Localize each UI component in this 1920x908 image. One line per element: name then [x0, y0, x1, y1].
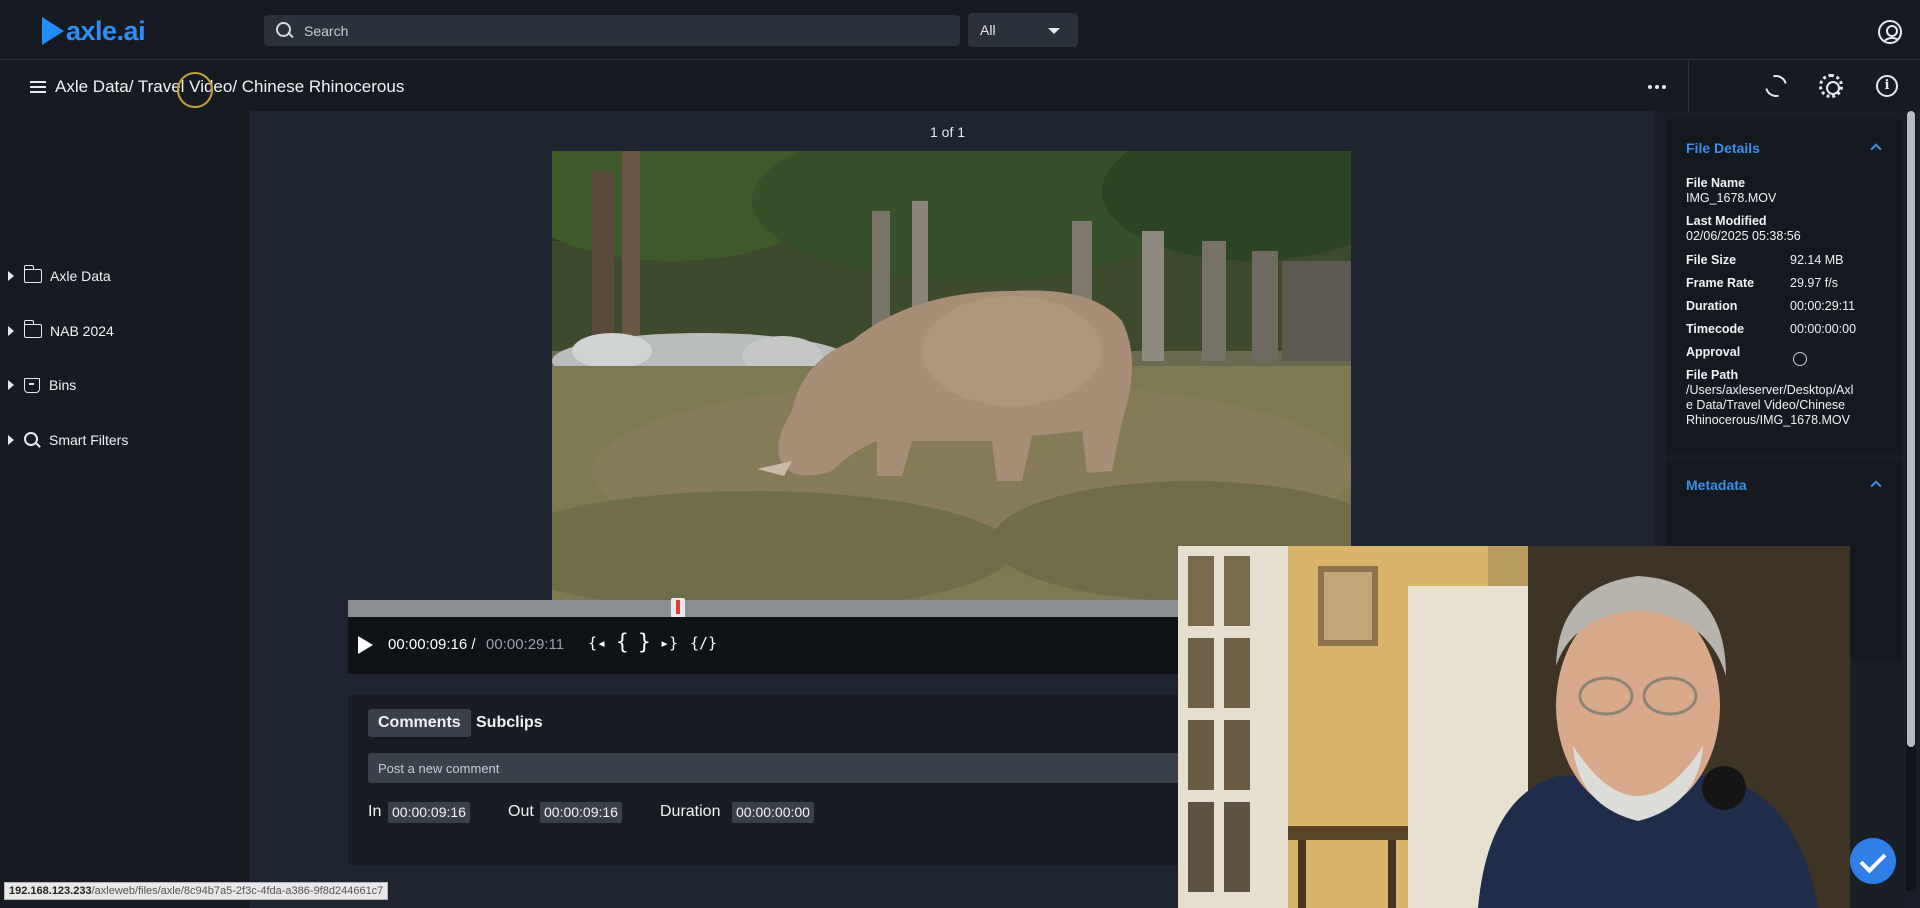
chevron-up-icon[interactable]	[1870, 143, 1882, 155]
tab-subclips[interactable]: Subclips	[466, 709, 553, 737]
user-icon[interactable]	[1878, 20, 1902, 44]
refresh-icon[interactable]	[1760, 70, 1792, 102]
sidebar-item-label: Smart Filters	[49, 432, 129, 448]
top-bar: axle.ai All	[0, 0, 1920, 60]
sidebar-item-bins[interactable]: Bins	[8, 373, 76, 397]
folder-icon	[23, 320, 42, 338]
status-url: 192.168.123.233/axleweb/files/axle/8c94b…	[4, 882, 389, 900]
mark-in-button[interactable]: {	[616, 630, 629, 654]
search-input[interactable]	[304, 22, 904, 39]
duration-label: Duration	[660, 803, 721, 820]
breadcrumb[interactable]: Axle Data/ Travel Video/ Chinese Rhinoce…	[55, 77, 404, 97]
menu-icon[interactable]	[30, 81, 46, 93]
logo-chevron-icon	[42, 17, 64, 45]
out-label: Out	[508, 803, 534, 820]
video-frame[interactable]	[552, 151, 1351, 600]
bin-icon	[24, 377, 40, 393]
info-icon[interactable]: i	[1876, 75, 1898, 97]
mark-out-button[interactable]: }	[638, 630, 651, 654]
last-modified-value: 02/06/2025 05:38:56	[1686, 229, 1801, 243]
caret-right-icon[interactable]	[8, 271, 14, 281]
gear-icon[interactable]	[1819, 74, 1843, 98]
go-to-in-button[interactable]: {◂	[588, 634, 606, 652]
sidebar: Axle Data NAB 2024 Bins Smart Filters	[0, 111, 250, 908]
current-time: 00:00:09:16 /	[388, 636, 476, 653]
webcam-presenter-image	[1178, 546, 1850, 908]
timecode-value: 00:00:00:00	[1790, 322, 1857, 336]
total-time: 00:00:29:11	[486, 636, 565, 653]
search-scope-select[interactable]: All	[968, 13, 1078, 47]
playhead-handle[interactable]	[671, 598, 685, 618]
sidebar-item-smart-filters[interactable]: Smart Filters	[8, 428, 128, 452]
last-modified-label: Last Modified	[1686, 214, 1767, 228]
file-size-label: File Size	[1686, 253, 1737, 267]
logo-text: axle.ai	[66, 15, 146, 46]
file-path-label: File Path	[1686, 368, 1739, 382]
sidebar-item-nab-2024[interactable]: NAB 2024	[8, 319, 114, 343]
tab-comments[interactable]: Comments	[368, 709, 471, 737]
video-still-image	[552, 151, 1351, 600]
frame-rate-label: Frame Rate	[1686, 276, 1755, 290]
sidebar-item-label: Axle Data	[50, 268, 111, 284]
axle-logo[interactable]: axle.ai	[42, 14, 146, 48]
file-path-line-3: Rhinocerous/IMG_1678.MOV	[1686, 413, 1850, 427]
sidebar-item-label: NAB 2024	[50, 323, 114, 339]
file-name-label: File Name	[1686, 176, 1746, 190]
timecode-label: Timecode	[1686, 322, 1745, 336]
clear-marks-button[interactable]: {/}	[690, 634, 717, 652]
out-timecode[interactable]: 00:00:09:16	[540, 802, 622, 823]
scrollbar-thumb[interactable]	[1907, 111, 1915, 747]
webcam-overlay	[1178, 546, 1850, 908]
file-details-card: File Details File Name IMG_1678.MOV Last…	[1666, 119, 1902, 455]
search-icon	[24, 432, 40, 448]
duration-label: Duration	[1686, 299, 1738, 313]
folder-icon	[23, 265, 42, 283]
page-count: 1 of 1	[930, 124, 966, 140]
file-path-line-2: e Data/Travel Video/Chinese	[1686, 398, 1846, 412]
file-path-line-1: /Users/axleserver/Desktop/Axl	[1686, 383, 1854, 397]
approval-radio[interactable]	[1793, 352, 1807, 366]
sidebar-item-axle-data[interactable]: Axle Data	[8, 264, 111, 288]
approval-label: Approval	[1686, 345, 1741, 359]
search-bar	[264, 15, 960, 46]
breadcrumb-bar: Axle Data/ Travel Video/ Chinese Rhinoce…	[0, 61, 1688, 111]
search-scope-value: All	[980, 22, 996, 38]
duration-timecode: 00:00:00:00	[732, 802, 814, 823]
cursor-highlight	[177, 72, 213, 108]
file-size-value: 92.14 MB	[1790, 253, 1844, 267]
status-url-host: 192.168.123.233	[9, 885, 92, 897]
duration-value: 00:00:29:11	[1790, 299, 1856, 313]
caret-right-icon[interactable]	[8, 435, 14, 445]
search-icon[interactable]	[274, 20, 296, 42]
play-icon[interactable]	[358, 636, 373, 654]
chevron-up-icon[interactable]	[1870, 480, 1882, 492]
sidebar-item-label: Bins	[49, 377, 77, 393]
file-details-title[interactable]: File Details	[1686, 140, 1760, 156]
go-to-out-button[interactable]: ▸}	[660, 634, 678, 652]
caret-down-icon	[1048, 28, 1060, 34]
more-horizontal-icon[interactable]	[1648, 85, 1666, 89]
caret-right-icon[interactable]	[8, 326, 14, 336]
file-name-value: IMG_1678.MOV	[1686, 191, 1777, 205]
in-label: In	[368, 803, 382, 820]
status-url-path: /axleweb/files/axle/8c94b7a5-2f3c-4fda-a…	[91, 885, 384, 897]
metadata-title[interactable]: Metadata	[1686, 477, 1747, 493]
frame-rate-value: 29.97 f/s	[1790, 276, 1838, 290]
checkmark-fab-button[interactable]	[1850, 838, 1896, 884]
in-timecode[interactable]: 00:00:09:16	[388, 802, 470, 823]
caret-right-icon[interactable]	[8, 380, 14, 390]
